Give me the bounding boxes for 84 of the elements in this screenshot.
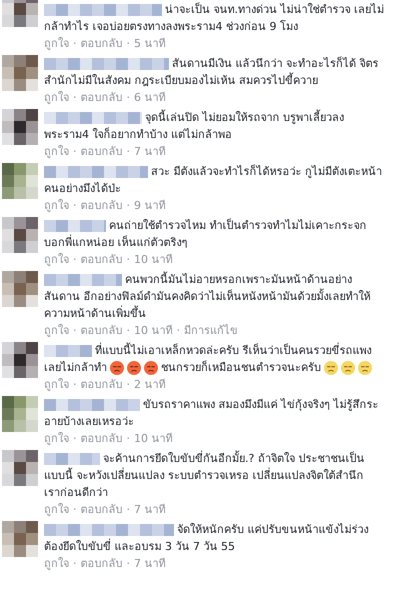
- separator-dot: ·: [126, 90, 130, 106]
- separator-dot: ·: [126, 502, 130, 518]
- like-link[interactable]: ถูกใจ: [44, 430, 69, 447]
- comment-text: อายบ้างเลยเหรอว่ะ: [44, 414, 134, 430]
- like-link[interactable]: ถูกใจ: [44, 376, 69, 393]
- comment-time: 7 นาที: [134, 144, 166, 160]
- separator-dot: ·: [73, 377, 76, 393]
- comment-time: 10 นาที: [134, 252, 172, 268]
- separator-dot: ·: [73, 90, 76, 106]
- comment-text: พระราม4 ใจก็อยากทำบ้าง แต่ไม่กล้าพอ: [44, 126, 232, 143]
- comment-text: ขับรถราคาแพง สมองมึงมีแค่ ไข่กุ้งจริงๆ ไม่รู้สึกระ: [143, 397, 378, 413]
- reply-link[interactable]: ตอบกลับ: [80, 501, 122, 518]
- separator-dot: ·: [73, 323, 76, 339]
- redacted-name: [44, 452, 100, 464]
- comment-text: ความหน้าด้านเพิ่มขึ้น: [44, 305, 146, 322]
- like-link[interactable]: ถูกใจ: [44, 501, 69, 518]
- separator-dot: ·: [126, 144, 130, 160]
- comment-text: เลยไม่กล้าทำ: [44, 360, 107, 376]
- reply-link[interactable]: ตอบกลับ: [80, 376, 122, 393]
- comment-text: สันดาน อีกอย่างฟิลม์ดำมันคงคิดว่าไม่เห็นหนังหน้ามันด้วยมั้งเลยทำให้: [44, 288, 370, 305]
- like-link[interactable]: ถูกใจ: [44, 89, 69, 106]
- comment-time: 6 นาที: [134, 90, 166, 106]
- comment-time: 10 นาที: [134, 431, 172, 447]
- comment-time: 2 นาที: [134, 377, 166, 393]
- squinting-face-icon: [324, 360, 338, 374]
- angry-face-icon: [127, 360, 141, 374]
- comment-time: 7 นาที: [134, 556, 166, 572]
- separator-dot: ·: [73, 36, 76, 52]
- edited-link[interactable]: มีการแก้ไข: [184, 322, 238, 339]
- separator-dot: ·: [126, 323, 130, 339]
- separator-dot: ·: [73, 252, 76, 268]
- separator-dot: ·: [126, 198, 130, 214]
- separator-dot: ·: [73, 198, 76, 214]
- like-link[interactable]: ถูกใจ: [44, 555, 69, 572]
- reply-link[interactable]: ตอบกลับ: [80, 322, 122, 339]
- comment-text: แบบนี้ จะหวังเปลี่ยนแปลง ระบบตำรวจเหรอ เปลี่ยนแปลงจิตใต้สำนึก: [44, 467, 364, 484]
- separator-dot: ·: [126, 556, 130, 572]
- like-link[interactable]: ถูกใจ: [44, 251, 69, 268]
- separator-dot: ·: [126, 377, 130, 393]
- like-link[interactable]: ถูกใจ: [44, 35, 69, 52]
- separator-dot: ·: [126, 431, 130, 447]
- separator-dot: ·: [176, 323, 180, 339]
- comment-text: คนพวกนี้มันไม่อายหรอกเพราะมันหน้าด้านอย่าง: [125, 271, 352, 288]
- like-link[interactable]: ถูกใจ: [44, 143, 69, 160]
- comment-text: น่าจะเป็น จนท.ทางด่วน ไม่น่าใช่ตำรวจ เลยไม่: [165, 1, 384, 18]
- reply-link[interactable]: ตอบกลับ: [80, 555, 122, 572]
- reply-link[interactable]: ตอบกลับ: [80, 143, 122, 160]
- separator-dot: ·: [73, 144, 76, 160]
- comment-text: เราก่อนดีกว่า: [44, 485, 108, 501]
- comment-text: กล้าทำไร เจอบ่อยตรงทางลงพระราม4 ช่วงก่อน 9 โมง: [44, 19, 298, 35]
- separator-dot: ·: [73, 502, 76, 518]
- squinting-face-icon: [358, 360, 372, 374]
- reply-link[interactable]: ตอบกลับ: [80, 89, 122, 106]
- comment-text: สันดานมีเงิน แล้วนึกว่า จะทำอะไรก็ได้ จิตร: [172, 55, 378, 72]
- comment-text: บอกพี่แกหน่อย เห็นแก่ตัวตริงๆ: [44, 234, 188, 251]
- comment-time: 10 นาที: [134, 323, 172, 339]
- reply-link[interactable]: ตอบกลับ: [80, 251, 122, 268]
- comment-text: ชนกรวยก็เหมือนชนตำรวจนะครับ: [161, 359, 321, 376]
- reply-link[interactable]: ตอบกลับ: [80, 35, 122, 52]
- comment-text: คนถ่ายใช้ตำรวจไหม ทำเป็นตำรวจทำไมไม่เคาะกระจก: [109, 217, 366, 234]
- angry-face-icon: [110, 360, 124, 374]
- comment-text: จะค้านการยึดใบขับขี่กันอีกมั้ย.? ถ้าจิตใจ ประชาชนเป็น: [103, 450, 364, 467]
- reply-link[interactable]: ตอบกลับ: [80, 430, 122, 447]
- like-link[interactable]: ถูกใจ: [44, 322, 69, 339]
- angry-face-icon: [144, 360, 158, 374]
- separator-dot: ·: [126, 252, 130, 268]
- comment-text: จัดให้หนักครับ แค่ปรับขนหน้าแข้งไม่ร่วง: [177, 522, 368, 538]
- reply-link[interactable]: ตอบกลับ: [80, 197, 122, 214]
- comment-text: คนอย่างมึงได้ป่ะ: [44, 181, 121, 197]
- comment-text: สวะ มีตังแล้วจะทำไรก็ได้หรอว่ะ กูไม่มีตังเตะหน้า: [151, 163, 382, 180]
- comment-time: 5 นาที: [134, 36, 166, 52]
- comment-text: สำนักไม่มีในสังคม กฎระเบียบมองไม่เห้น สมควรไปขี้ควาย: [44, 72, 318, 89]
- redacted-name: [44, 344, 92, 356]
- like-link[interactable]: ถูกใจ: [44, 197, 69, 214]
- squinting-face-icon: [341, 360, 355, 374]
- separator-dot: ·: [73, 556, 76, 572]
- comment-text: ที่แบบนี้ไม่เอาเหล็กหวดล่ะครับ รีเห็นว่าเป็นคนรวยขี่รถแพง: [95, 342, 372, 359]
- separator-dot: ·: [126, 36, 130, 52]
- comment-time: 9 นาที: [134, 198, 166, 214]
- comment-text: ต้องยึดใบขับขี่ และอบรม 3 วัน 7 วัน 55: [44, 538, 235, 555]
- comment-time: 7 นาที: [134, 502, 166, 518]
- comment-text: จุดนี้เล่นปิด ไม่ยอมให้รถจาก บรูพาเลี้ยวลง: [145, 109, 344, 126]
- redacted-name: [44, 220, 106, 232]
- separator-dot: ·: [73, 431, 76, 447]
